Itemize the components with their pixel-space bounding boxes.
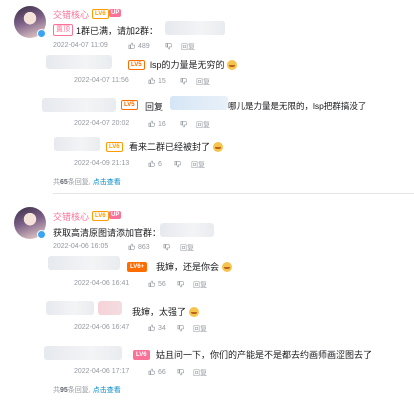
- reply-button[interactable]: 回复: [193, 368, 207, 378]
- reply-date: 2022-04-07 11:56: [74, 77, 129, 84]
- redacted-avatar-name: [44, 346, 122, 360]
- reply-date: 2022-04-07 20:02: [74, 120, 130, 127]
- level-badge: LV6: [106, 142, 123, 152]
- level-badge: LV6+: [127, 262, 148, 272]
- thumb-up-icon: [148, 324, 155, 331]
- reply-summary: 共65条回复, 点击查看: [53, 179, 121, 186]
- up-badge: UP: [109, 211, 122, 219]
- dislike-button[interactable]: [177, 369, 184, 376]
- reply-button[interactable]: 回复: [196, 77, 210, 87]
- reply-prefix: 回复: [145, 102, 164, 112]
- dislike-button[interactable]: [177, 281, 184, 288]
- reply-text: 我婶，还是你会: [156, 260, 232, 273]
- dislike-button[interactable]: [165, 43, 172, 50]
- like-count: 489: [138, 43, 150, 50]
- reply-date: 2022-04-06 16:41: [74, 280, 130, 287]
- level-badge: LV5: [128, 60, 145, 70]
- thumb-up-icon: [148, 160, 155, 167]
- thumb-up-icon: [148, 368, 155, 375]
- reply-button[interactable]: 回复: [193, 324, 207, 334]
- level-badge: LV5: [121, 100, 138, 110]
- redacted-mention: [170, 96, 228, 110]
- redacted-badge: [98, 301, 122, 315]
- reply-button[interactable]: 回复: [196, 120, 210, 130]
- thumb-up-icon: [128, 243, 135, 250]
- redacted-avatar-name: [42, 98, 116, 112]
- like-button[interactable]: 6: [148, 160, 162, 168]
- reply-button[interactable]: 回复: [191, 160, 205, 170]
- dislike-button[interactable]: [180, 78, 187, 85]
- comment-text: 1群已满，请加2群：: [76, 26, 159, 36]
- like-button[interactable]: 15: [148, 77, 166, 85]
- reply-text: lsp的力量是无穷的: [150, 58, 238, 71]
- like-button[interactable]: 16: [148, 120, 166, 128]
- redacted-avatar-name: [46, 55, 112, 69]
- level-badge: LV6: [133, 350, 150, 360]
- reply-text: 看来二群已经被封了: [129, 140, 223, 153]
- reply-text: 姑且问一下，你们的产能是不是都去约画师画涩图去了: [156, 350, 373, 360]
- reply-summary: 共95条回复, 点击查看: [53, 387, 121, 394]
- reply-text: 哪儿是力量是无限的，lsp把群搞没了: [228, 101, 367, 111]
- reply-button[interactable]: 回复: [181, 42, 195, 52]
- level-badge: LV6: [92, 9, 109, 19]
- divider: [53, 193, 414, 194]
- reply-button[interactable]: 回复: [193, 280, 207, 290]
- redacted-avatar-name: [46, 301, 94, 315]
- like-button[interactable]: 863: [128, 243, 150, 251]
- up-badge: UP: [109, 9, 122, 17]
- emoji-icon: [188, 307, 199, 317]
- thumb-up-icon: [148, 77, 155, 84]
- redacted-content: [160, 223, 214, 237]
- like-button[interactable]: 489: [128, 42, 150, 50]
- dislike-button[interactable]: [177, 325, 184, 332]
- comment-text: 获取高清原图请添加官群：: [53, 228, 162, 238]
- reply-date: 2022-04-06 16:47: [74, 324, 130, 331]
- view-replies-link[interactable]: 点击查看: [93, 387, 121, 394]
- redacted-content: [165, 21, 225, 35]
- username[interactable]: 交错核心: [53, 210, 89, 223]
- emoji-icon: [227, 60, 238, 70]
- view-replies-link[interactable]: 点击查看: [93, 179, 121, 186]
- comment-date: 2022-04-07 11:09: [53, 42, 108, 49]
- verified-badge-icon: [37, 29, 46, 38]
- redacted-avatar-name: [48, 256, 120, 270]
- redacted-avatar-name: [54, 137, 100, 151]
- emoji-icon: [221, 262, 232, 272]
- like-button[interactable]: 34: [148, 324, 166, 332]
- dislike-button[interactable]: [174, 161, 181, 168]
- like-button[interactable]: 66: [148, 368, 166, 376]
- emoji-icon: [212, 142, 223, 152]
- pinned-badge: 置顶: [53, 24, 73, 36]
- thumb-up-icon: [128, 42, 135, 49]
- verified-badge-icon: [37, 230, 46, 239]
- dislike-button[interactable]: [163, 244, 170, 251]
- reply-date: 2022-04-09 21:13: [74, 160, 130, 167]
- level-badge: LV6: [92, 211, 109, 221]
- like-button[interactable]: 56: [148, 280, 166, 288]
- thumb-up-icon: [148, 280, 155, 287]
- username[interactable]: 交错核心: [53, 8, 89, 21]
- reply-text: 我婶，太强了: [132, 305, 199, 318]
- dislike-button[interactable]: [180, 121, 187, 128]
- comment-date: 2022-04-06 16:05: [53, 243, 109, 250]
- reply-date: 2022-04-06 17:17: [74, 368, 130, 375]
- reply-button[interactable]: 回复: [180, 243, 194, 253]
- thumb-up-icon: [148, 120, 155, 127]
